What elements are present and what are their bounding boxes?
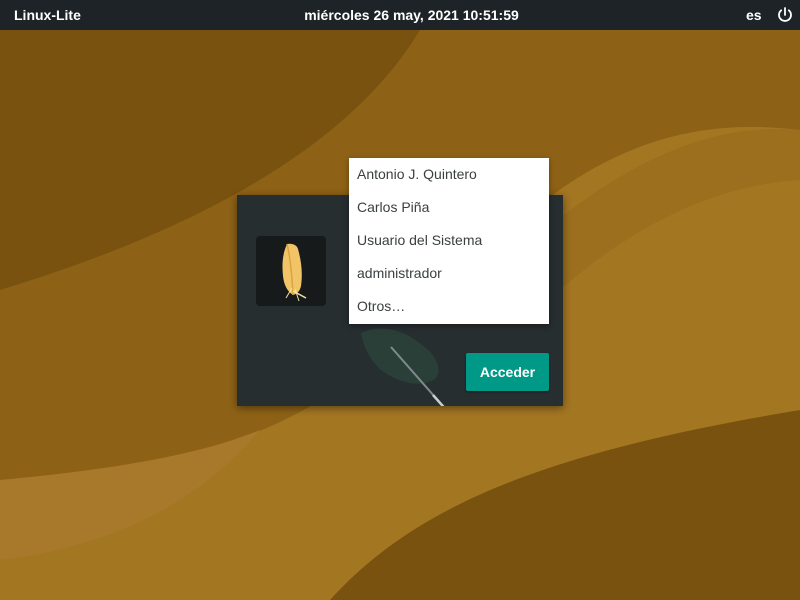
feather-watermark-icon [361, 328, 445, 406]
top-panel: Linux-Lite miércoles 26 may, 2021 10:51:… [0, 0, 800, 30]
user-menu-item-system-user[interactable]: Usuario del Sistema [349, 224, 549, 257]
user-menu-item-carlos[interactable]: Carlos Piña [349, 191, 549, 224]
user-avatar[interactable] [256, 236, 326, 306]
linux-lite-feather-icon [282, 243, 307, 302]
user-menu-item-antonio[interactable]: Antonio J. Quintero [349, 158, 549, 191]
language-indicator[interactable]: es [746, 7, 762, 23]
user-select-dropdown[interactable]: Antonio J. Quintero Carlos Piña Usuario … [349, 158, 549, 324]
login-button[interactable]: Acceder [466, 353, 549, 391]
user-menu-item-others[interactable]: Otros… [349, 290, 549, 323]
user-menu-item-admin[interactable]: administrador [349, 257, 549, 290]
power-icon[interactable] [776, 6, 794, 24]
login-screen: Linux-Lite miércoles 26 may, 2021 10:51:… [0, 0, 800, 600]
datetime-label[interactable]: miércoles 26 may, 2021 10:51:59 [0, 7, 800, 23]
